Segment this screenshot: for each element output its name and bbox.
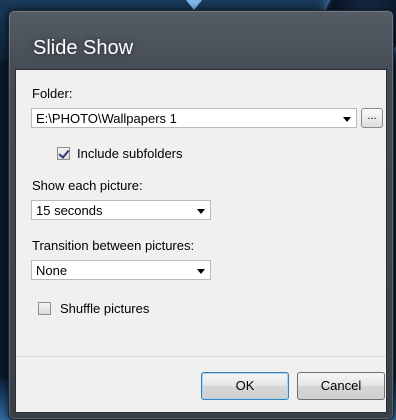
chevron-down-icon [197,209,205,214]
folder-combobox[interactable]: E:\PHOTO\Wallpapers 1 [31,108,357,128]
include-subfolders-checkbox[interactable] [57,147,70,160]
cancel-button[interactable]: Cancel [297,372,385,400]
gadget-pointer-icon [186,0,202,10]
dialog-client-area: Folder: E:\PHOTO\Wallpapers 1 ... Includ… [15,69,387,413]
shuffle-checkbox[interactable] [38,302,51,315]
transition-label: Transition between pictures: [32,238,195,253]
chevron-down-icon [197,269,205,274]
show-each-label: Show each picture: [32,178,143,193]
slide-show-dialog: Slide Show Folder: E:\PHOTO\Wallpapers 1… [8,10,394,420]
folder-label: Folder: [32,86,73,101]
show-each-combobox[interactable]: 15 seconds [31,200,211,220]
ok-button[interactable]: OK [201,372,289,400]
browse-button[interactable]: ... [361,108,383,128]
title-bar[interactable]: Slide Show [9,11,393,69]
shuffle-label[interactable]: Shuffle pictures [60,301,149,316]
folder-path: E:\PHOTO\Wallpapers 1 [36,111,177,126]
dialog-title: Slide Show [33,37,134,59]
chevron-down-icon [343,117,351,122]
include-subfolders-label[interactable]: Include subfolders [77,146,183,161]
show-each-value: 15 seconds [36,203,103,218]
transition-combobox[interactable]: None [31,260,211,280]
divider [16,356,386,357]
transition-value: None [36,263,68,278]
